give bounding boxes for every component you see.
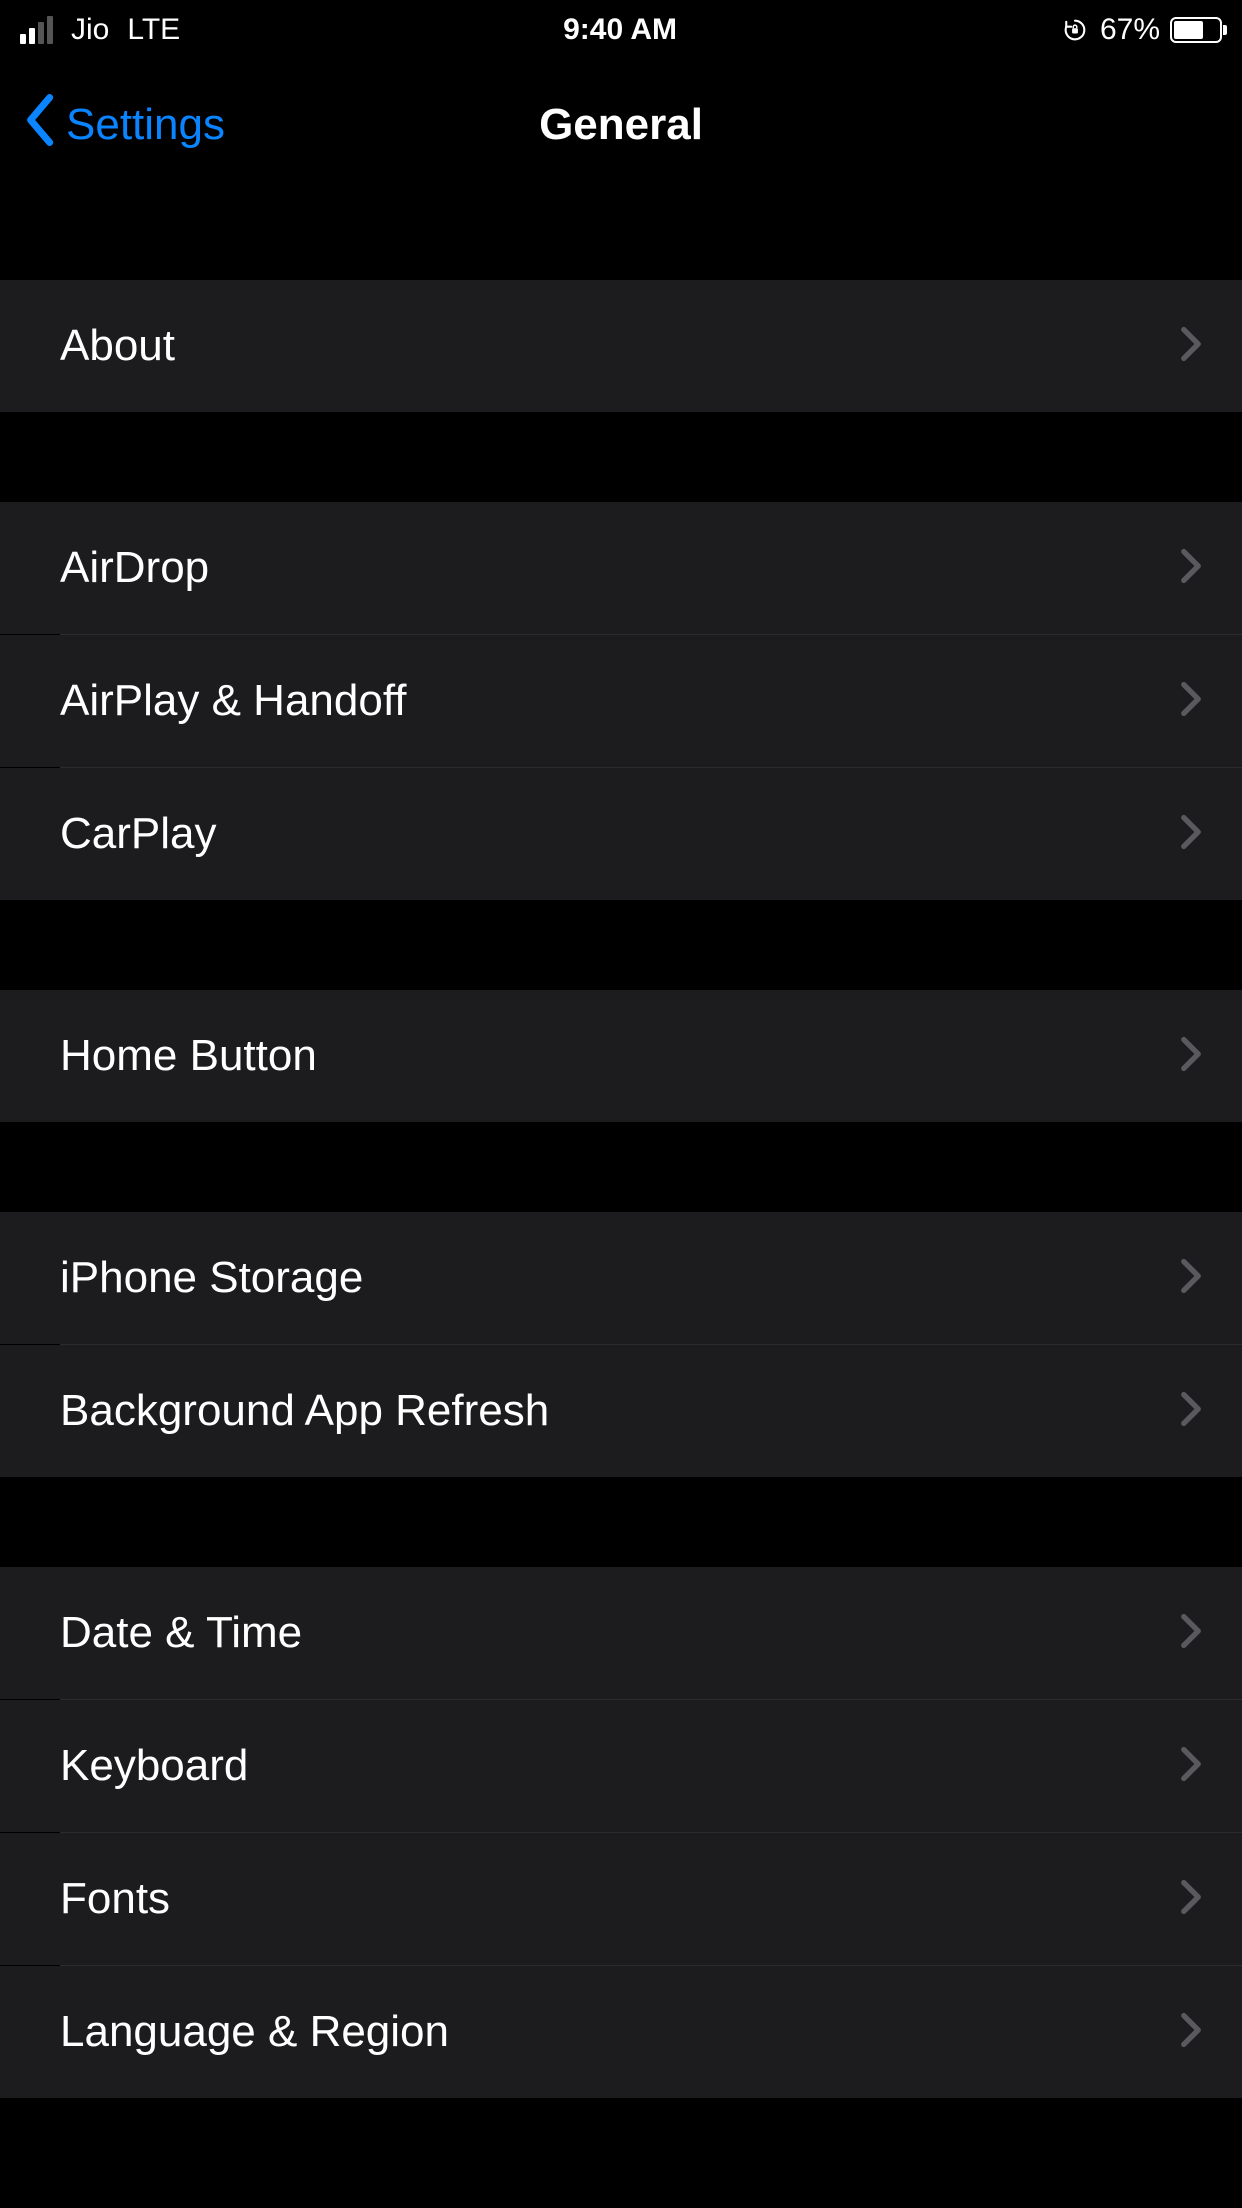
settings-list: About AirDrop AirPlay & Handoff CarPlay Home… xyxy=(0,190,1242,2098)
chevron-right-icon xyxy=(1180,1258,1202,1299)
chevron-right-icon xyxy=(1180,1036,1202,1077)
chevron-right-icon xyxy=(1180,326,1202,367)
nav-bar: Settings General xyxy=(0,60,1242,190)
group-gap xyxy=(0,190,1242,280)
chevron-right-icon xyxy=(1180,1879,1202,1920)
battery-percent-label: 67% xyxy=(1100,13,1160,47)
status-time: 9:40 AM xyxy=(563,13,677,47)
chevron-right-icon xyxy=(1180,548,1202,589)
row-about[interactable]: About xyxy=(0,280,1242,412)
chevron-right-icon xyxy=(1180,814,1202,855)
chevron-right-icon xyxy=(1180,1391,1202,1432)
back-button[interactable]: Settings xyxy=(0,94,225,157)
rotation-lock-icon xyxy=(1060,15,1090,45)
status-bar: Jio LTE 9:40 AM 67% xyxy=(0,0,1242,60)
signal-strength-icon xyxy=(20,16,53,44)
chevron-right-icon xyxy=(1180,681,1202,722)
row-airdrop[interactable]: AirDrop xyxy=(0,502,1242,634)
row-label: Fonts xyxy=(60,1874,170,1924)
group-gap xyxy=(0,412,1242,502)
row-date-time[interactable]: Date & Time xyxy=(0,1567,1242,1699)
group-gap xyxy=(0,1477,1242,1567)
row-iphone-storage[interactable]: iPhone Storage xyxy=(0,1212,1242,1344)
network-type-label: LTE xyxy=(127,13,180,47)
row-label: AirDrop xyxy=(60,543,209,593)
row-label: Background App Refresh xyxy=(60,1386,549,1436)
row-airplay-handoff[interactable]: AirPlay & Handoff xyxy=(0,635,1242,767)
chevron-left-icon xyxy=(24,94,58,157)
row-label: Date & Time xyxy=(60,1608,302,1658)
row-label: Language & Region xyxy=(60,2007,449,2057)
row-home-button[interactable]: Home Button xyxy=(0,990,1242,1122)
chevron-right-icon xyxy=(1180,2012,1202,2053)
row-label: iPhone Storage xyxy=(60,1253,363,1303)
row-language-region[interactable]: Language & Region xyxy=(0,1966,1242,2098)
row-label: About xyxy=(60,321,175,371)
back-button-label: Settings xyxy=(66,100,225,150)
row-label: Home Button xyxy=(60,1031,317,1081)
carrier-label: Jio xyxy=(71,13,109,47)
row-background-app-refresh[interactable]: Background App Refresh xyxy=(0,1345,1242,1477)
group-gap xyxy=(0,1122,1242,1212)
group-gap xyxy=(0,900,1242,990)
chevron-right-icon xyxy=(1180,1613,1202,1654)
chevron-right-icon xyxy=(1180,1746,1202,1787)
row-fonts[interactable]: Fonts xyxy=(0,1833,1242,1965)
battery-icon xyxy=(1170,17,1222,43)
row-label: CarPlay xyxy=(60,809,217,859)
row-carplay[interactable]: CarPlay xyxy=(0,768,1242,900)
row-keyboard[interactable]: Keyboard xyxy=(0,1700,1242,1832)
row-label: AirPlay & Handoff xyxy=(60,676,406,726)
row-label: Keyboard xyxy=(60,1741,248,1791)
